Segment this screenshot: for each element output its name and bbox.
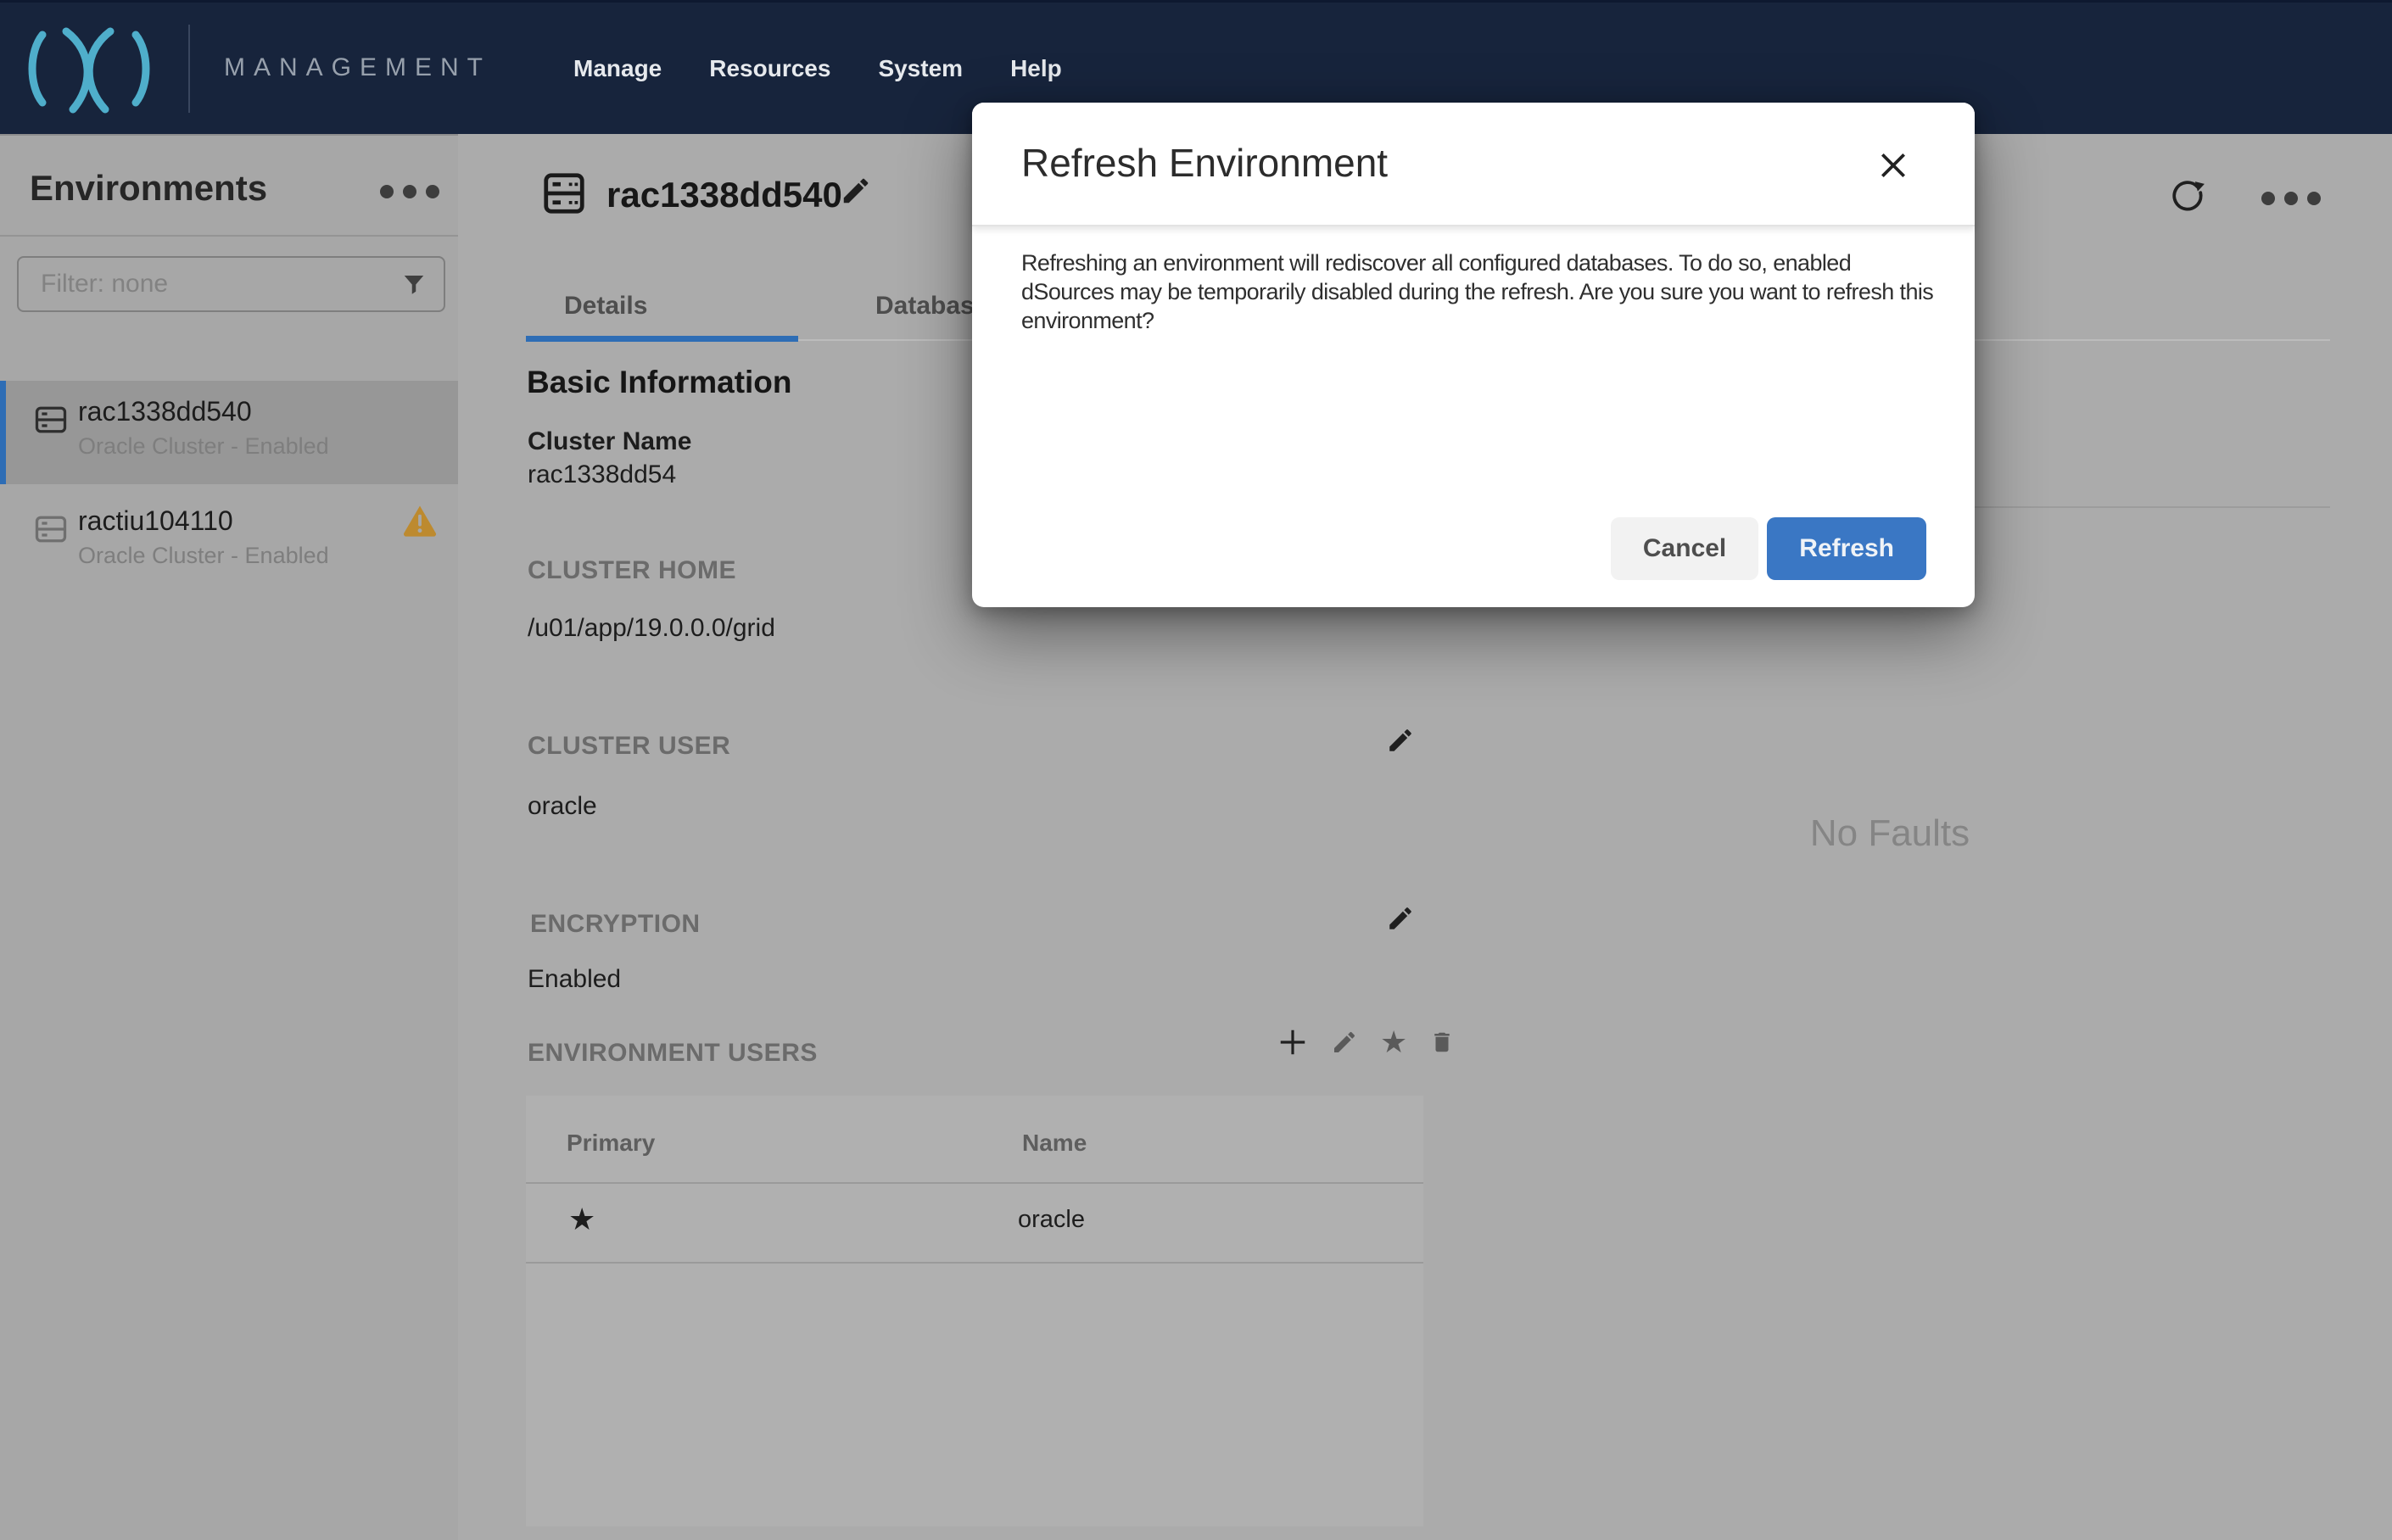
cancel-button[interactable]: Cancel: [1610, 517, 1759, 580]
close-icon[interactable]: [1873, 145, 1914, 186]
refresh-environment-dialog: Refresh Environment Refreshing an enviro…: [972, 103, 1975, 607]
dialog-header: Refresh Environment: [972, 103, 1975, 226]
dialog-title: Refresh Environment: [1021, 141, 1389, 185]
dialog-message: Refreshing an environment will rediscove…: [1021, 250, 1934, 333]
dialog-footer: Cancel Refresh: [1610, 517, 1926, 580]
refresh-button[interactable]: Refresh: [1767, 517, 1926, 580]
